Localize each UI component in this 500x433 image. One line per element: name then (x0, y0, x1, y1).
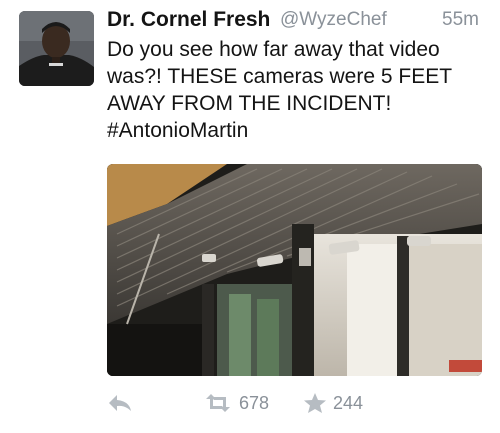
tweet[interactable]: Dr. Cornel Fresh @WyzeChef 55m Do you se… (0, 0, 500, 433)
reply-button[interactable] (107, 388, 133, 418)
username-handle[interactable]: @WyzeChef (280, 9, 387, 31)
hashtag-link[interactable]: #AntonioMartin (107, 117, 492, 144)
retweet-button[interactable]: 678 (203, 388, 269, 418)
retweet-count: 678 (239, 392, 270, 413)
security-cameras-photo (107, 164, 482, 376)
reply-icon (109, 395, 131, 411)
star-icon (304, 393, 326, 413)
tweet-text-line: Do you see how far away that video (107, 38, 440, 61)
tweet-media-photo[interactable] (107, 164, 482, 376)
tweet-header: Dr. Cornel Fresh @WyzeChef 55m (107, 8, 487, 34)
avatar[interactable] (19, 11, 94, 86)
favorite-count: 244 (333, 392, 364, 413)
timestamp[interactable]: 55m (442, 9, 479, 31)
tweet-actions: 678 244 (107, 388, 482, 418)
display-name[interactable]: Dr. Cornel Fresh (107, 8, 270, 32)
retweet-icon (206, 394, 230, 412)
tweet-text-line: AWAY FROM THE INCIDENT! (107, 92, 392, 115)
avatar-photo (19, 11, 94, 86)
favorite-button[interactable]: 244 (303, 388, 363, 418)
tweet-text-line: was?! THESE cameras were 5 FEET (107, 65, 453, 88)
tweet-text: Do you see how far away that video was?!… (107, 36, 492, 144)
